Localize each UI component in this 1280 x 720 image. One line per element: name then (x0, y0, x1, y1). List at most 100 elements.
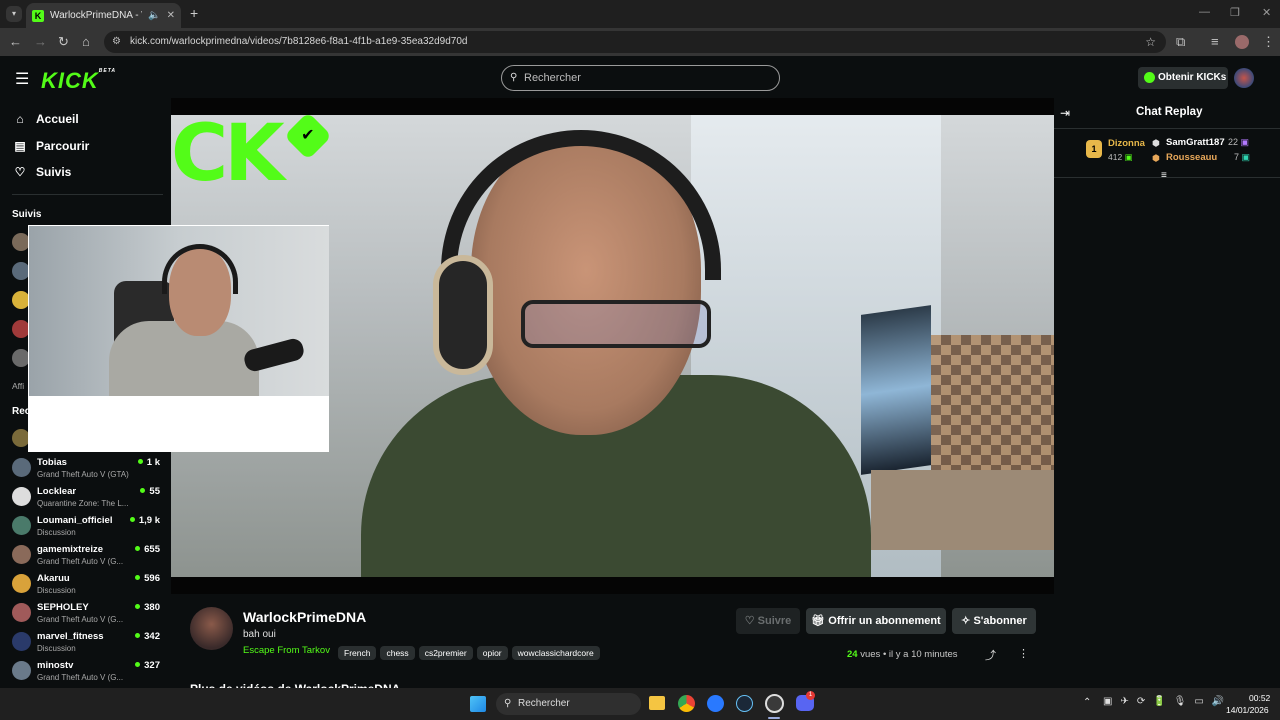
shelf (871, 470, 1054, 550)
channel-item[interactable]: Locklear Quarantine Zone: The L... 55 (12, 483, 162, 512)
search-icon: ⚲ (504, 698, 512, 709)
close-tab-icon[interactable]: ✕ (167, 10, 175, 21)
browser-tab[interactable]: K WarlockPrimeDNA - Watch 🔈 ✕ (26, 3, 181, 28)
sparkle-icon: ✧ (961, 615, 974, 627)
collapse-chat-icon[interactable]: ⇥ (1060, 106, 1070, 120)
webcam-overlay[interactable] (28, 225, 329, 452)
gift-sub-button[interactable]: 🎁︎ Offrir un abonnement (806, 608, 946, 634)
steam-icon[interactable] (736, 695, 753, 712)
views-row: 24 vues • il y a 10 minutes (847, 649, 958, 660)
heart-icon: ♡ (14, 165, 26, 179)
heart-icon: ♡ (744, 615, 758, 627)
sidebar-item-home[interactable]: ⌂ Accueil (12, 112, 78, 126)
channel-category: Discussion (37, 586, 76, 595)
subscribe-button[interactable]: ✧ S'abonner (952, 608, 1036, 634)
sidebar-item-browse[interactable]: ▤ Parcourir (12, 139, 89, 153)
tab-menu-button[interactable]: ▾ (6, 6, 22, 22)
search-input[interactable]: ⚲ Rechercher (501, 65, 780, 91)
kick-logo[interactable]: KICKBETA (41, 68, 116, 94)
tray-chevron-icon[interactable]: ⌃ (1083, 697, 1091, 708)
search-placeholder: Rechercher (524, 72, 581, 84)
tag[interactable]: wowclassichardcore (511, 646, 600, 660)
minimize-icon[interactable]: — (1199, 6, 1210, 18)
kick-favicon-icon: K (32, 9, 44, 22)
search-icon: ⚲ (510, 72, 518, 83)
get-kicks-button[interactable]: Obtenir KICKs (1138, 67, 1228, 89)
os-taskbar: ⚲ Rechercher 1 ⌃ ▣✈⟳🔋🎙▭🔊 00:52 14/01/202… (0, 688, 1280, 720)
views-count: 24 (847, 649, 858, 660)
channel-name[interactable]: WarlockPrimeDNA (243, 609, 366, 625)
taskbar-search-label: Rechercher (518, 698, 570, 709)
forward-icon[interactable]: → (34, 34, 47, 49)
extensions-icon[interactable]: ⧉ (1176, 34, 1185, 50)
site-info-icon[interactable]: ⚙ (112, 31, 121, 53)
reading-list-icon[interactable]: ≡ (1211, 34, 1219, 49)
channel-avatar[interactable] (190, 607, 233, 650)
browser-menu-icon[interactable]: ⋮ (1262, 34, 1275, 50)
user-avatar[interactable] (1234, 68, 1254, 88)
chat-header-divider (1054, 128, 1280, 129)
following-section-title: Suivis (12, 209, 42, 220)
home-icon: ⌂ (16, 112, 24, 126)
tag[interactable]: French (338, 646, 377, 660)
tray-icons[interactable]: ▣✈⟳🔋🎙▭🔊 (1103, 696, 1232, 707)
hamburger-menu-icon[interactable]: ☰ (15, 69, 29, 89)
channel-item[interactable]: Tobias Grand Theft Auto V (GTA) 1 k (12, 454, 162, 483)
channel-item[interactable]: Akaruu Discussion 596 (12, 570, 162, 599)
sidebar-item-following[interactable]: ♡ Suivis (12, 165, 72, 179)
expand-leaderboard-icon[interactable]: ≡ (1161, 170, 1167, 181)
start-icon[interactable] (470, 696, 486, 712)
new-tab-button[interactable]: + (190, 5, 198, 21)
avatar (12, 661, 31, 680)
leader-name[interactable]: Dizonna (1108, 138, 1145, 149)
channel-item[interactable]: gamemixtreize Grand Theft Auto V (G... 655 (12, 541, 162, 570)
home-browser-icon[interactable]: ⌂ (82, 34, 90, 49)
channel-item[interactable]: minostv Grand Theft Auto V (G... 327 (12, 657, 162, 686)
rank-badge: 1 (1086, 140, 1102, 158)
reload-icon[interactable]: ↻ (58, 34, 69, 50)
headphone-cup (433, 255, 493, 375)
leader-name[interactable]: SamGratt187 (1166, 137, 1225, 148)
avatar (12, 545, 31, 564)
address-bar[interactable]: ⚙ kick.com/warlockprimedna/videos/7b8128… (104, 31, 1166, 53)
taskbar-search[interactable]: ⚲ Rechercher (496, 693, 641, 715)
active-app-icon[interactable] (765, 694, 784, 713)
clock-date[interactable]: 14/01/2026 (1226, 705, 1269, 715)
viewer-count: 55 (140, 486, 160, 497)
app-icon[interactable] (707, 695, 724, 712)
leader-value-text: 22 (1228, 137, 1239, 147)
more-options-icon[interactable]: ⋮ (1018, 647, 1029, 660)
channel-item[interactable]: Loumani_officiel Discussion 1,9 k (12, 512, 162, 541)
share-icon[interactable]: ⤴ (985, 647, 996, 663)
show-more-link[interactable]: Affi (12, 381, 24, 391)
channel-category: Grand Theft Auto V (G... (37, 673, 124, 682)
browse-icon: ▤ (14, 139, 26, 153)
shield-icon: ⬢ (1152, 153, 1160, 163)
maximize-icon[interactable]: ❐ (1230, 6, 1240, 19)
close-window-icon[interactable]: ✕ (1262, 6, 1271, 19)
bookmark-star-icon[interactable]: ☆ (1145, 31, 1156, 53)
active-indicator (768, 717, 780, 719)
kick-coin-icon (1144, 72, 1155, 83)
tag[interactable]: opior (476, 646, 508, 660)
file-explorer-icon[interactable] (649, 696, 665, 710)
channel-item[interactable]: SEPHOLEY Grand Theft Auto V (G... 380 (12, 599, 162, 628)
leader-value-text: 7 (1234, 152, 1240, 162)
leader-name[interactable]: Rousseauu (1166, 152, 1217, 163)
avatar (12, 603, 31, 622)
time-ago: il y a 10 minutes (888, 649, 958, 660)
tag[interactable]: chess (380, 646, 415, 660)
gift-icon: 🎁︎ (811, 615, 829, 627)
viewer-count: 1,9 k (130, 515, 160, 526)
channel-category: Discussion (37, 528, 76, 537)
tag[interactable]: cs2premier (418, 646, 473, 660)
follow-button[interactable]: ♡ Suivre (736, 608, 800, 634)
category-link[interactable]: Escape From Tarkov (243, 645, 330, 656)
clock-time[interactable]: 00:52 (1249, 693, 1270, 703)
profile-avatar[interactable] (1235, 35, 1249, 49)
channel-item[interactable]: marvel_fitness Discussion 342 (12, 628, 162, 657)
back-icon[interactable]: ← (9, 34, 22, 49)
channel-name: SEPHOLEY (37, 602, 89, 613)
chrome-icon[interactable] (678, 695, 695, 712)
speaker-icon[interactable]: 🔈 (148, 10, 160, 21)
